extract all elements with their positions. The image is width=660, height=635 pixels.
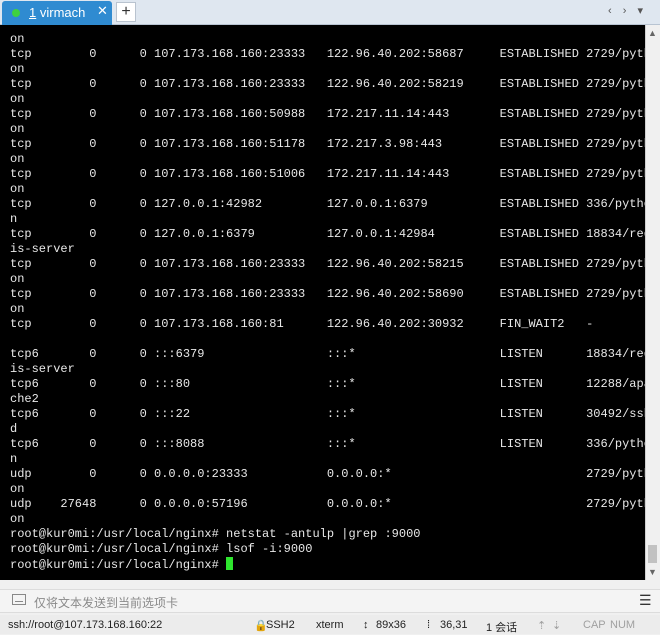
terminal-line: udp 0 0 0.0.0.0:23333 0.0.0.0:* 2729/pyt… <box>10 467 645 481</box>
cursor-icon: ⁞ <box>427 619 431 631</box>
terminal-line: on <box>10 92 25 106</box>
connected-status-icon <box>12 9 20 17</box>
terminal-line: tcp 0 0 107.173.168.160:51178 172.217.3.… <box>10 137 645 151</box>
tab-nav-arrows-icon[interactable]: ‹ › ▾ <box>608 4 647 17</box>
status-bar: ssh://root@107.173.168.160:22 🔒 SSH2 xte… <box>0 615 660 634</box>
status-size: 89x36 <box>376 619 406 631</box>
terminal-line: is-server <box>10 242 75 256</box>
send-text-bar[interactable]: 仅将文本发送到当前选项卡 ☰ <box>0 589 660 613</box>
terminal-line: tcp6 0 0 :::6379 :::* LISTEN 18834/red <box>10 347 645 361</box>
tab-label: 1 virmach <box>29 5 86 20</box>
arrow-up-icon: ⇡ <box>537 620 547 632</box>
terminal-line: on <box>10 182 25 196</box>
terminal-line: n <box>10 452 18 466</box>
terminal-line: tcp 0 0 107.173.168.160:23333 122.96.40.… <box>10 47 645 61</box>
terminal-line: che2 <box>10 392 39 406</box>
terminal-line: tcp 0 0 107.173.168.160:23333 122.96.40.… <box>10 77 645 91</box>
terminal-line: on <box>10 32 25 46</box>
send-keyboard-icon[interactable] <box>12 594 26 605</box>
terminal-line: on <box>10 62 25 76</box>
terminal-text: on tcp 0 0 107.173.168.160:23333 122.96.… <box>0 25 645 573</box>
tab-virmach[interactable]: 1 virmach ✕ <box>2 1 112 25</box>
status-caps: CAP <box>583 619 606 631</box>
status-cursor-pos: 36,31 <box>440 619 468 631</box>
terminal-line: tcp 0 0 107.173.168.160:23333 122.96.40.… <box>10 287 645 301</box>
terminal-line: tcp6 0 0 :::80 :::* LISTEN 12288/apa <box>10 377 645 391</box>
new-tab-button[interactable]: + <box>116 2 136 22</box>
terminal-line: on <box>10 152 25 166</box>
status-sessions: 1 会话 <box>486 622 518 634</box>
send-text-placeholder[interactable]: 仅将文本发送到当前选项卡 <box>34 594 178 611</box>
terminal-line: tcp 0 0 107.173.168.160:51006 172.217.11… <box>10 167 645 181</box>
terminal-cursor <box>226 557 234 570</box>
terminal-line: on <box>10 122 25 136</box>
terminal-line: on <box>10 482 25 496</box>
menu-icon[interactable]: ☰ <box>639 592 652 609</box>
terminal-line: tcp 0 0 107.173.168.160:81 122.96.40.202… <box>10 317 594 331</box>
scroll-down-icon[interactable]: ▼ <box>648 567 657 577</box>
arrow-down-icon: ⇣ <box>552 620 562 632</box>
terminal-line: root@kur0mi:/usr/local/nginx# netstat -a… <box>10 527 421 541</box>
status-num: NUM <box>610 619 636 631</box>
status-protocol: SSH2 <box>266 619 295 631</box>
scroll-up-icon[interactable]: ▲ <box>648 28 657 38</box>
resize-icon: ↕ <box>363 619 369 631</box>
terminal-prompt: root@kur0mi:/usr/local/nginx# <box>10 558 227 572</box>
terminal-scrollbar[interactable]: ▲ ▼ <box>645 25 660 580</box>
tab-close-icon[interactable]: ✕ <box>97 3 108 19</box>
terminal-line: tcp 0 0 107.173.168.160:50988 172.217.11… <box>10 107 645 121</box>
terminal-output[interactable]: on tcp 0 0 107.173.168.160:23333 122.96.… <box>0 25 645 580</box>
terminal-line: tcp 0 0 127.0.0.1:42982 127.0.0.1:6379 E… <box>10 197 645 211</box>
terminal-line: tcp6 0 0 :::8088 :::* LISTEN 336/pytho <box>10 437 645 451</box>
tab-bar: 1 virmach ✕ + ‹ › ▾ <box>0 0 660 25</box>
terminal-line: on <box>10 302 25 316</box>
terminal-line: tcp 0 0 107.173.168.160:23333 122.96.40.… <box>10 257 645 271</box>
terminal-line: udp 27648 0 0.0.0.0:57196 0.0.0.0:* 2729… <box>10 497 645 511</box>
terminal-line: is-server <box>10 362 75 376</box>
terminal-line: n <box>10 212 18 226</box>
status-terminal-type: xterm <box>316 619 344 631</box>
terminal-line: d <box>10 422 18 436</box>
terminal-line: tcp6 0 0 :::22 :::* LISTEN 30492/ssh <box>10 407 645 421</box>
scrollbar-thumb[interactable] <box>648 545 657 563</box>
terminal-line: on <box>10 512 25 526</box>
terminal-line: root@kur0mi:/usr/local/nginx# lsof -i:90… <box>10 542 313 556</box>
terminal-line: tcp 0 0 127.0.0.1:6379 127.0.0.1:42984 E… <box>10 227 645 241</box>
status-host: ssh://root@107.173.168.160:22 <box>8 619 163 631</box>
terminal-line: on <box>10 272 25 286</box>
